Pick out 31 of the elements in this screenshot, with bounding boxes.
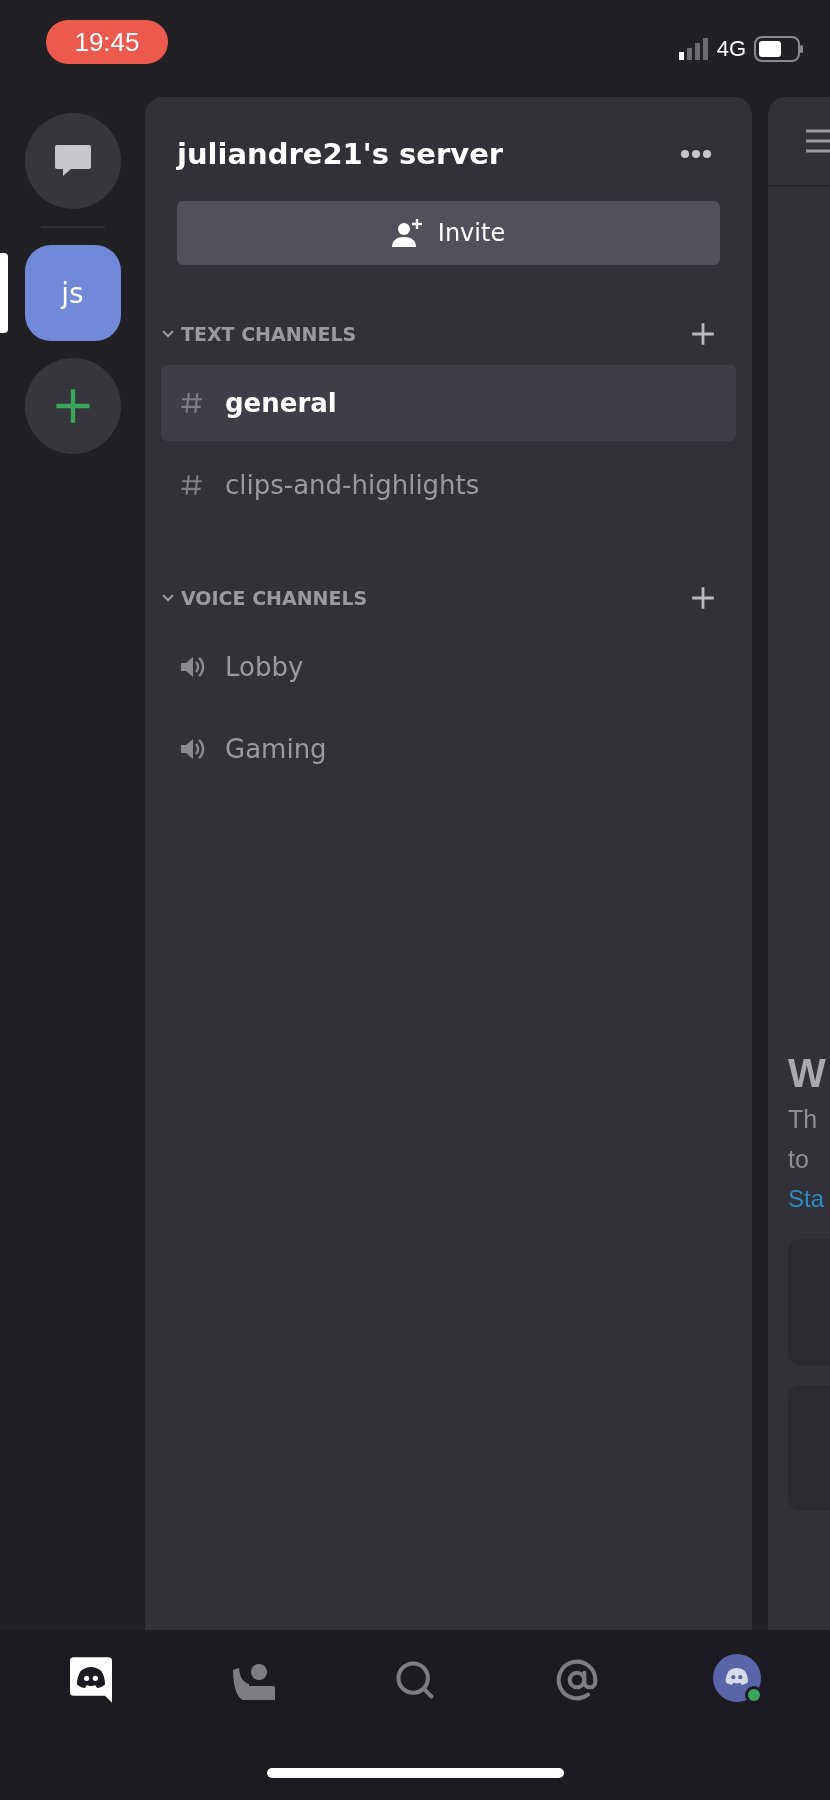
more-icon[interactable] xyxy=(680,149,712,159)
welcome-link[interactable]: Sta xyxy=(788,1179,825,1219)
discord-logo-icon xyxy=(70,1657,112,1703)
invite-button[interactable]: Invite xyxy=(177,201,720,265)
hash-icon xyxy=(179,472,205,498)
chevron-down-icon[interactable] xyxy=(161,329,175,339)
speaker-icon xyxy=(179,737,205,761)
category-name: VOICE CHANNELS xyxy=(181,587,369,609)
at-sign-icon xyxy=(555,1658,599,1702)
network-type: 4G xyxy=(716,36,746,62)
channel-item[interactable]: Lobby xyxy=(161,629,736,705)
menu-icon[interactable] xyxy=(806,128,830,154)
add-person-icon xyxy=(391,219,424,247)
welcome-heading: W xyxy=(788,1050,826,1097)
search-icon xyxy=(393,1658,437,1702)
channel-item[interactable]: clips-and-highlights xyxy=(161,447,736,523)
welcome-text: Th xyxy=(788,1104,818,1135)
plus-icon xyxy=(690,585,716,611)
welcome-text: to xyxy=(788,1144,809,1175)
speaker-icon xyxy=(179,655,205,679)
plus-icon xyxy=(690,321,716,347)
signal-icon xyxy=(678,38,709,60)
channel-item[interactable]: general xyxy=(161,365,736,441)
status-time: 19:45 xyxy=(46,20,168,64)
channel-item[interactable]: Gaming xyxy=(161,711,736,787)
battery-icon xyxy=(754,36,804,62)
hash-icon xyxy=(179,390,205,416)
category-name: TEXT CHANNELS xyxy=(181,323,358,345)
server-button[interactable]: js xyxy=(24,245,121,341)
chevron-down-icon[interactable] xyxy=(161,593,175,603)
server-name: juliandre21's server xyxy=(177,137,504,171)
